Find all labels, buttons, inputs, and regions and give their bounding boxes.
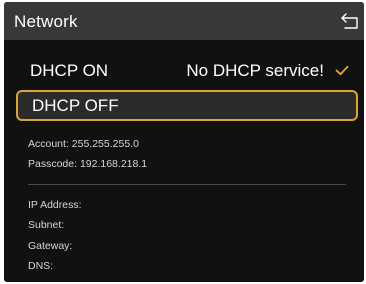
passcode-info: Passcode: 192.168.218.1 <box>28 158 148 170</box>
dhcp-on-option[interactable]: DHCP ON No DHCP service! <box>16 56 358 86</box>
ip-address-field: IP Address: <box>28 199 82 211</box>
gateway-field: Gateway: <box>28 240 73 252</box>
section-divider <box>28 184 346 185</box>
page-title: Network <box>14 12 78 31</box>
checkmark-icon <box>335 65 349 76</box>
title-bar: Network <box>4 2 364 40</box>
dhcp-off-label: DHCP OFF <box>32 96 119 115</box>
account-info: Account: 255.255.255.0 <box>28 138 139 150</box>
dns-field: DNS: <box>28 260 54 272</box>
dhcp-status-message: No DHCP service! <box>186 61 324 80</box>
subnet-field: Subnet: <box>28 219 65 231</box>
dhcp-off-option[interactable]: DHCP OFF <box>16 90 358 121</box>
network-settings-screen: Network DHCP ON No DHCP service! DHCP OF… <box>4 2 364 282</box>
back-return-icon[interactable] <box>339 10 361 32</box>
dhcp-on-label: DHCP ON <box>30 61 109 80</box>
